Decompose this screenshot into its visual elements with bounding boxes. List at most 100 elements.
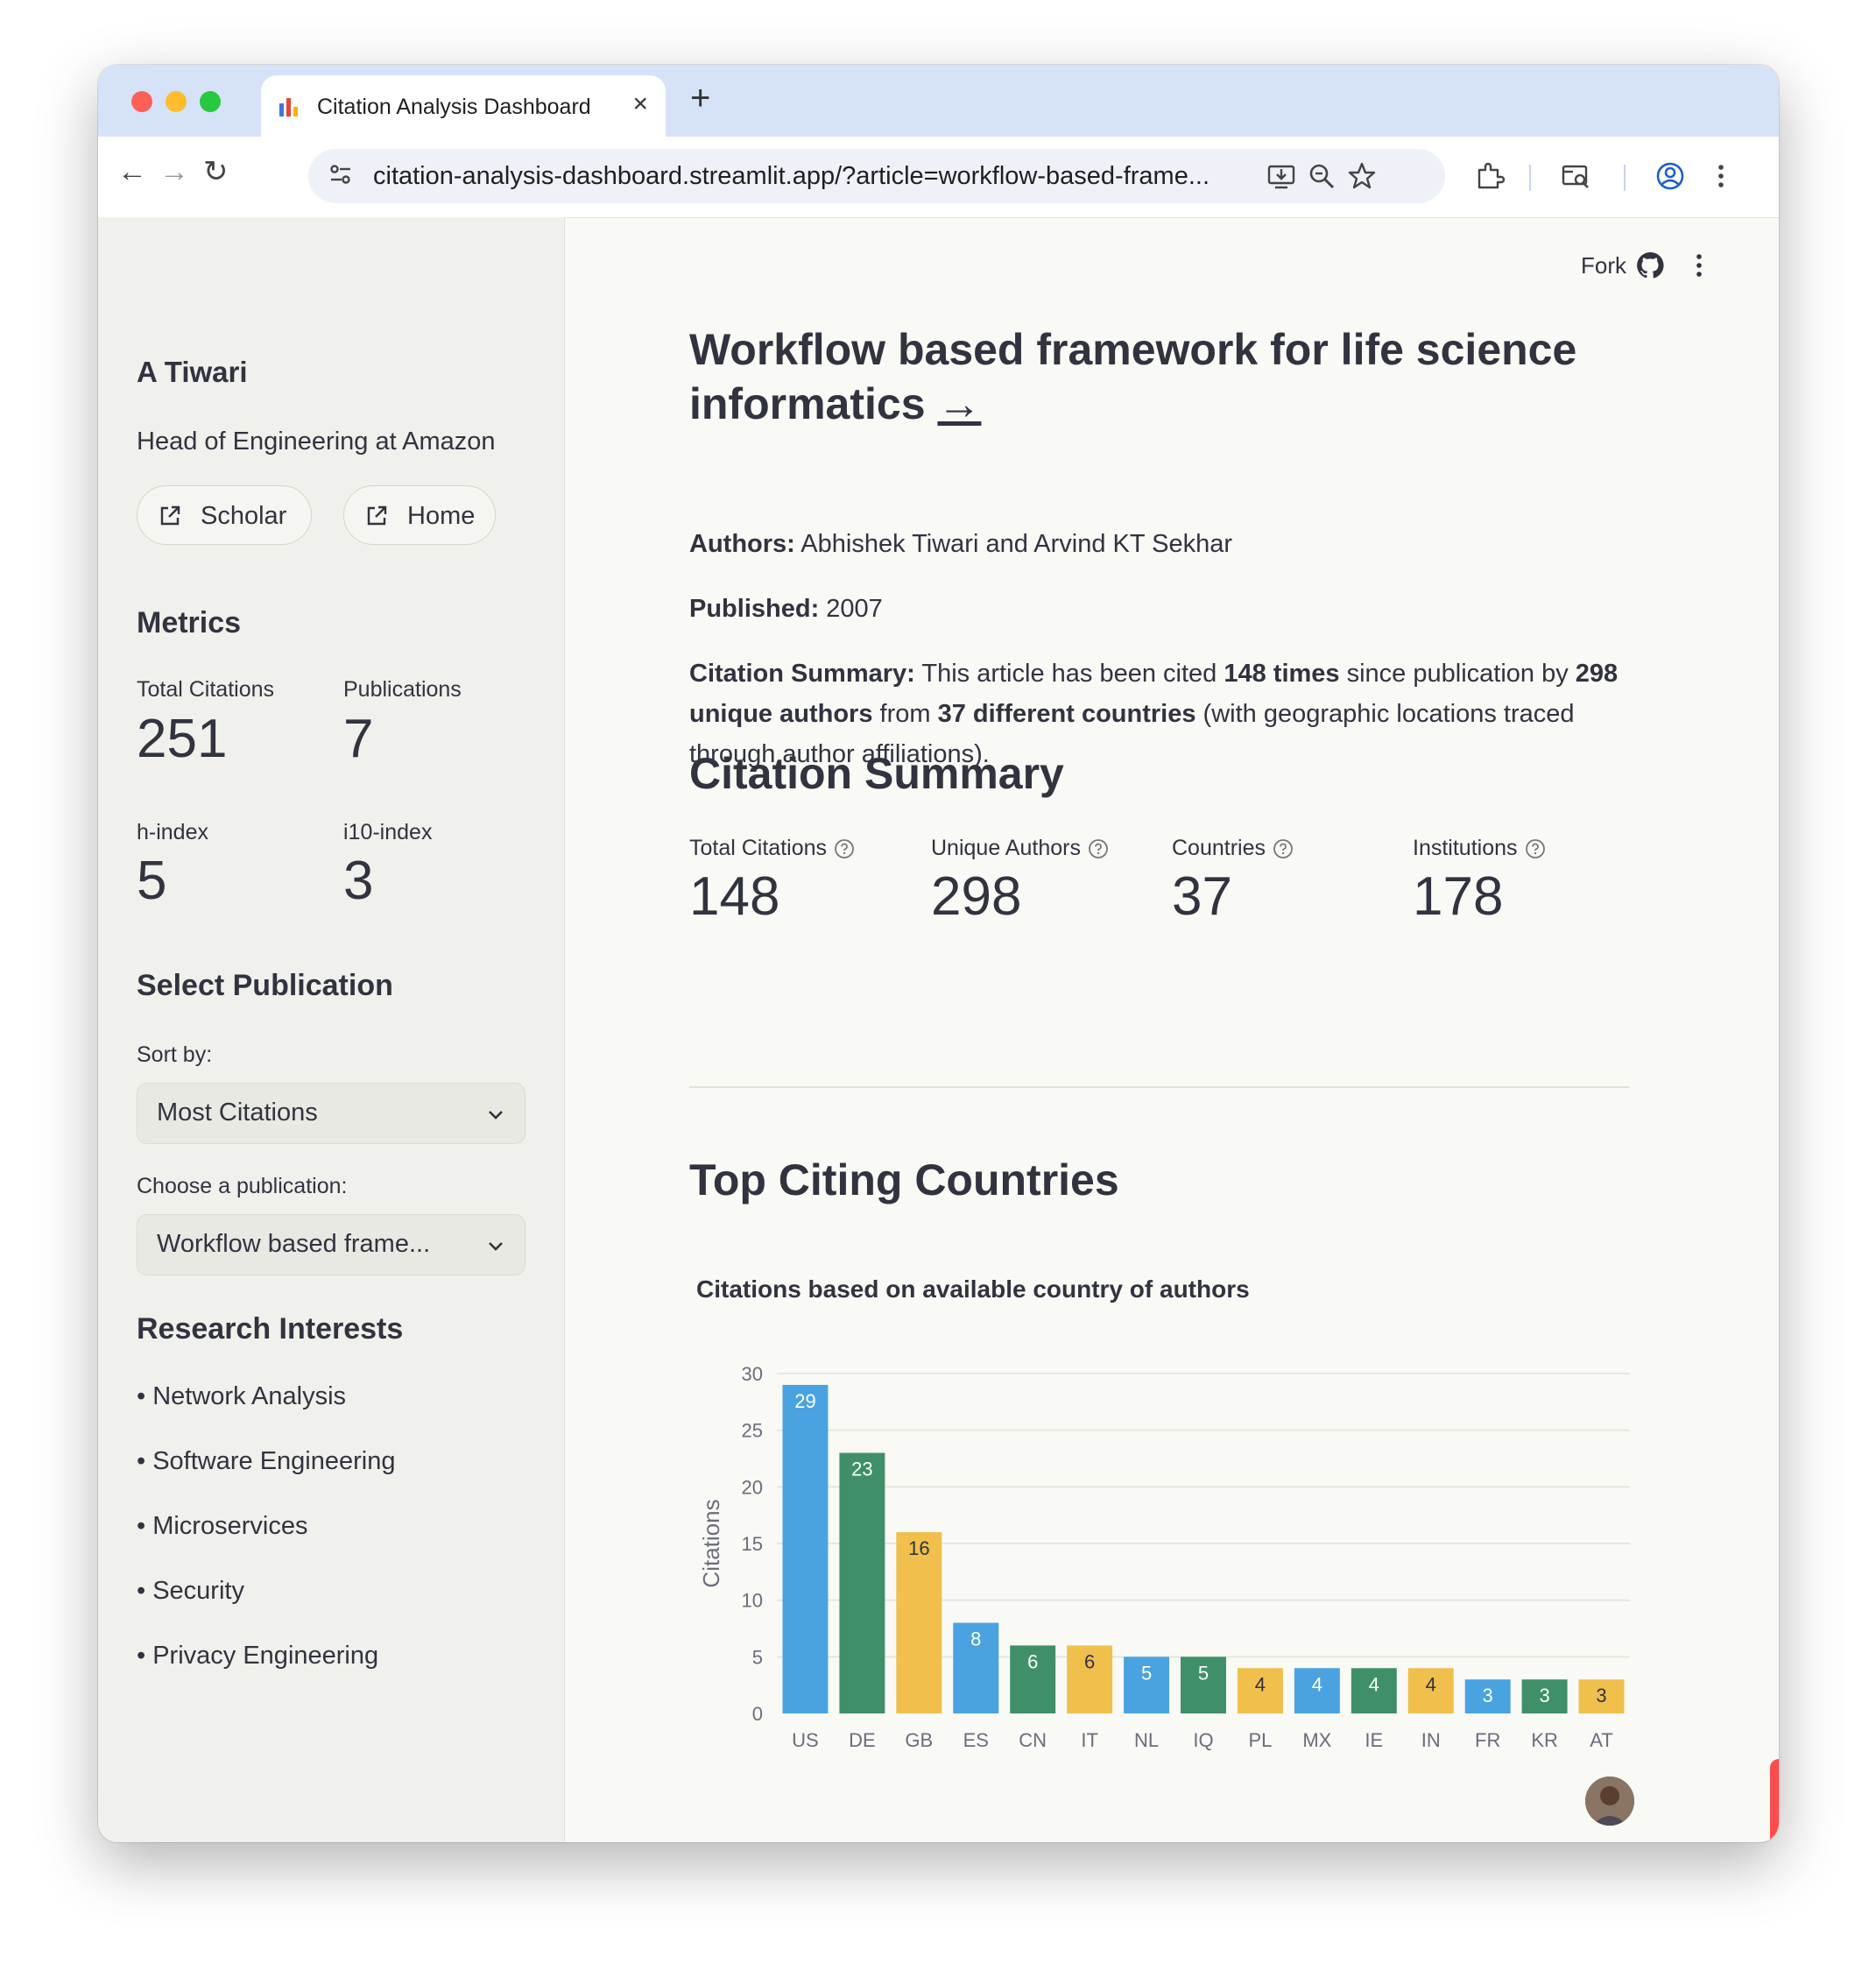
published-line: Published: 2007: [689, 589, 1653, 629]
chart-title: Citations based on available country of …: [696, 1275, 1250, 1303]
article-link-arrow-icon[interactable]: →: [937, 379, 981, 428]
y-axis-label: Citations: [698, 1499, 724, 1587]
tab-search-icon[interactable]: [1561, 161, 1590, 191]
reload-button[interactable]: ↻: [203, 154, 229, 189]
bar-value-label: 5: [1198, 1662, 1209, 1684]
section-divider: [689, 1086, 1630, 1088]
app-menu-icon[interactable]: [1684, 251, 1714, 280]
maximize-window-button[interactable]: [200, 91, 221, 112]
article-title-text: Workflow based framework for life scienc…: [689, 325, 1577, 428]
research-interests-heading: Research Interests: [137, 1312, 404, 1346]
scholar-button[interactable]: Scholar: [137, 485, 312, 545]
metric-label-publications: Publications: [343, 677, 462, 702]
citation-summary-heading: Citation Summary: [689, 749, 1064, 798]
metric-value-institutions: 178: [1413, 866, 1504, 927]
chevron-down-icon: [489, 1111, 503, 1120]
metric-value-h-index: 5: [137, 851, 167, 911]
chart-favicon-icon: [279, 98, 298, 117]
fork-button[interactable]: Fork: [1581, 252, 1626, 279]
site-settings-icon[interactable]: [328, 161, 354, 187]
metric-label: Unique Authors: [931, 836, 1081, 860]
authors-value: Abhishek Tiwari and Arvind KT Sekhar: [800, 530, 1233, 558]
bar: [839, 1452, 885, 1713]
external-link-icon: [160, 505, 180, 526]
article-title: Workflow based framework for life scienc…: [689, 322, 1653, 431]
zoom-icon[interactable]: [1307, 161, 1336, 191]
home-button[interactable]: Home: [343, 485, 496, 545]
tab-title: Citation Analysis Dashboard: [317, 95, 591, 119]
extensions-icon[interactable]: [1475, 161, 1505, 191]
x-tick-label: IE: [1365, 1729, 1383, 1751]
bar-value-label: 4: [1255, 1673, 1266, 1695]
address-bar[interactable]: citation-analysis-dashboard.streamlit.ap…: [308, 149, 1445, 203]
metric-value-total-citations: 148: [689, 866, 780, 927]
back-button[interactable]: ←: [117, 154, 147, 189]
interest-item: • Privacy Engineering: [137, 1642, 379, 1670]
help-icon[interactable]: [1273, 838, 1294, 859]
published-label: Published:: [689, 595, 820, 623]
metric-label-i10-index: i10-index: [343, 820, 433, 844]
forward-button[interactable]: →: [159, 154, 189, 189]
bar-value-label: 23: [851, 1459, 872, 1480]
metric-unique-authors: Unique Authors: [931, 836, 1109, 861]
published-value: 2007: [826, 595, 883, 623]
publication-select[interactable]: Workflow based frame...: [137, 1214, 525, 1275]
x-tick-label: AT: [1590, 1729, 1612, 1751]
tab-strip: Citation Analysis Dashboard × +: [98, 65, 1779, 137]
sidebar: A Tiwari Head of Engineering at Amazon S…: [98, 217, 565, 1842]
minimize-window-button[interactable]: [166, 91, 187, 112]
x-tick-label: KR: [1531, 1729, 1558, 1751]
profile-icon[interactable]: [1655, 161, 1685, 191]
streamlit-badge[interactable]: [1770, 1759, 1779, 1842]
bar-value-label: 8: [970, 1628, 981, 1650]
citations-by-country-chart: 0 5 10 15 20 25 30 29 US 23 DE 16 GB 8 ES 6 CN 6 IT 5 NL 5 IQ 4…: [698, 1363, 1630, 1751]
metric-label: Total Citations: [689, 836, 828, 860]
url-text: citation-analysis-dashboard.streamlit.ap…: [373, 162, 1210, 190]
y-tick-label: 30: [742, 1363, 763, 1385]
sort-select[interactable]: Most Citations: [137, 1083, 525, 1144]
metric-value-countries: 37: [1172, 866, 1232, 927]
github-icon[interactable]: [1635, 251, 1665, 280]
author-title: Head of Engineering at Amazon: [137, 427, 496, 456]
x-tick-label: DE: [849, 1729, 876, 1751]
help-icon[interactable]: [1525, 838, 1546, 859]
install-app-icon[interactable]: [1266, 161, 1296, 191]
interest-item: • Software Engineering: [137, 1447, 396, 1475]
browser-toolbar: ← → ↻ citation-analysis-dashboard.stream…: [98, 137, 1779, 218]
select-publication-heading: Select Publication: [137, 969, 393, 1002]
publication-select-value: Workflow based frame...: [157, 1230, 431, 1258]
bar-value-label: 16: [908, 1537, 929, 1559]
summary-label: Citation Summary:: [689, 660, 915, 688]
choose-publication-label: Choose a publication:: [137, 1174, 348, 1198]
metric-value-total-citations: 251: [137, 709, 228, 769]
summary-text: This article has been cited: [921, 660, 1217, 688]
home-label: Home: [407, 502, 476, 530]
top-citing-countries-heading: Top Citing Countries: [689, 1155, 1119, 1204]
x-tick-label: IQ: [1193, 1729, 1213, 1751]
summary-text: from: [879, 700, 931, 728]
bar-value-label: 3: [1483, 1685, 1493, 1706]
metrics-heading: Metrics: [137, 606, 242, 639]
bar-value-label: 4: [1426, 1673, 1436, 1695]
external-link-icon: [367, 505, 387, 526]
tab-close-icon[interactable]: ×: [632, 89, 648, 119]
bar-value-label: 3: [1596, 1685, 1606, 1706]
tab-active[interactable]: Citation Analysis Dashboard ×: [261, 75, 666, 137]
sort-label: Sort by:: [137, 1042, 213, 1067]
bar-value-label: 5: [1141, 1662, 1152, 1684]
help-icon[interactable]: [1088, 838, 1109, 859]
metric-total-citations: Total Citations: [689, 836, 855, 861]
x-tick-label: MX: [1302, 1729, 1331, 1751]
bookmark-star-icon[interactable]: [1347, 161, 1377, 191]
bar: [896, 1532, 942, 1713]
x-tick-label: CN: [1019, 1729, 1047, 1751]
chevron-down-icon: [489, 1242, 503, 1251]
user-avatar[interactable]: [1585, 1777, 1634, 1826]
browser-menu-icon[interactable]: [1706, 161, 1736, 191]
close-window-button[interactable]: [131, 91, 152, 112]
authors-label: Authors:: [689, 530, 795, 558]
new-tab-button[interactable]: +: [690, 81, 710, 116]
y-tick-label: 0: [752, 1703, 763, 1725]
help-icon[interactable]: [834, 838, 855, 859]
metric-value-publications: 7: [343, 709, 374, 769]
